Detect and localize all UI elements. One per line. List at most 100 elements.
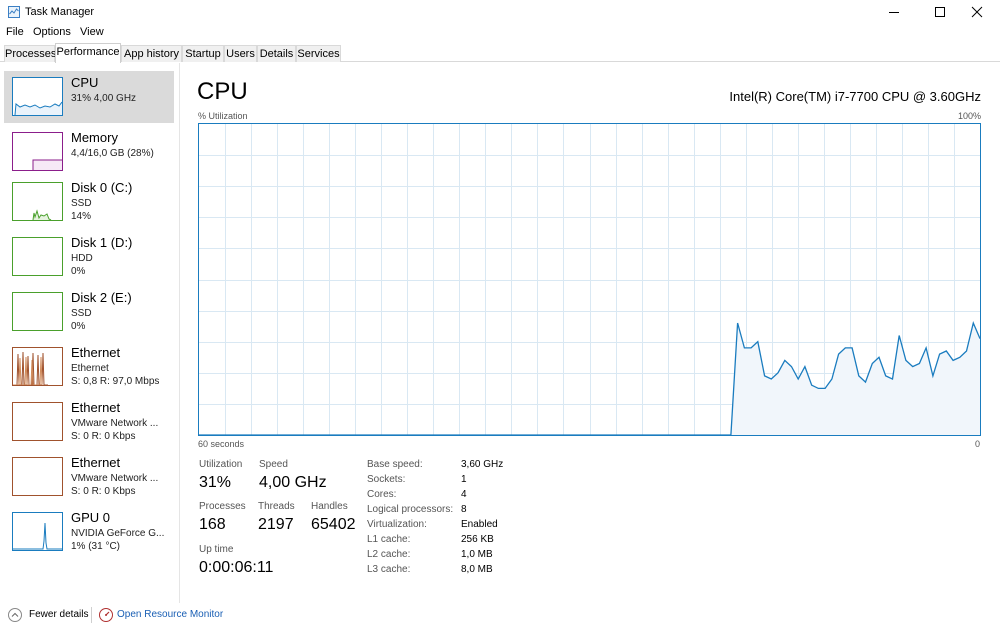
spec-label: Logical processors: <box>367 504 454 515</box>
spec-value: 8,0 MB <box>461 564 493 575</box>
spec-value: Enabled <box>461 519 498 530</box>
task-manager-icon <box>8 6 20 18</box>
sidebar-item-sub2: 0% <box>71 266 86 277</box>
menu-file[interactable]: File <box>6 26 24 38</box>
sidebar-item-title: Ethernet <box>71 345 121 360</box>
sidebar-item-sub: HDD <box>71 253 93 264</box>
footer-divider <box>91 607 92 623</box>
sidebar-item-sub2: S: 0,8 R: 97,0 Mbps <box>71 376 160 387</box>
sidebar-item-title: Disk 2 (E:) <box>71 290 132 305</box>
close-icon <box>971 6 983 18</box>
fewer-details-link[interactable]: Fewer details <box>29 609 88 620</box>
cpu-graph-canvas <box>199 124 980 435</box>
sidebar-item-disk-1[interactable]: Disk 1 (D:) HDD 0% <box>4 231 174 283</box>
cpu-utilization-graph <box>198 123 981 436</box>
spec-label: L2 cache: <box>367 549 411 560</box>
close-button[interactable] <box>954 0 1000 24</box>
handles-label: Handles <box>311 501 348 512</box>
resource-monitor-icon[interactable] <box>99 608 113 622</box>
cpu-model-name: Intel(R) Core(TM) i7-7700 CPU @ 3.60GHz <box>729 89 981 104</box>
maximize-icon <box>935 7 945 17</box>
spec-value: 4 <box>461 489 467 500</box>
utilization-value: 31% <box>199 474 232 491</box>
max-axis-label: 100% <box>958 111 982 121</box>
sidebar-item-cpu[interactable]: CPU 31% 4,00 GHz <box>4 71 174 123</box>
sidebar-item-title: Disk 0 (C:) <box>71 180 133 195</box>
sidebar-item-ethernet-1[interactable]: Ethernet Ethernet S: 0,8 R: 97,0 Mbps <box>4 341 174 393</box>
sidebar-item-sub: 4,4/16,0 GB (28%) <box>71 148 154 159</box>
tab-processes[interactable]: Processes <box>4 45 56 62</box>
sidebar-item-sub: SSD <box>71 308 92 319</box>
sidebar-item-sub: 31% 4,00 GHz <box>71 93 137 104</box>
disk-0-mini-graph <box>32 209 52 220</box>
sidebar-item-sub: VMware Network ... <box>71 473 159 484</box>
sidebar-item-sub2: 0% <box>71 321 86 332</box>
sidebar-item-title: GPU 0 <box>71 510 111 525</box>
disk-2-thumbnail <box>12 292 63 331</box>
zero-axis-label: 0 <box>975 439 981 449</box>
tab-details[interactable]: Details <box>257 45 296 62</box>
tab-startup[interactable]: Startup <box>182 45 224 62</box>
cpu-mini-graph <box>13 101 62 115</box>
ethernet-1-mini-graph <box>13 351 48 385</box>
spec-value: 256 KB <box>461 534 494 545</box>
sidebar-item-sub2: 14% <box>71 211 92 222</box>
spec-label: Virtualization: <box>367 519 427 530</box>
sidebar-item-memory[interactable]: Memory 4,4/16,0 GB (28%) <box>4 126 174 178</box>
tab-users[interactable]: Users <box>224 45 257 62</box>
uptime-value: 0:00:06:11 <box>199 559 274 576</box>
utilization-label: Utilization <box>199 459 243 470</box>
gpu-mini-graph <box>13 522 62 550</box>
sidebar-item-sub: NVIDIA GeForce G... <box>71 528 165 539</box>
sidebar-item-title: Ethernet <box>71 455 121 470</box>
tab-app-history[interactable]: App history <box>121 45 182 62</box>
speed-value: 4,00 GHz <box>259 474 327 491</box>
sidebar-item-sub: Ethernet <box>71 363 109 374</box>
spec-label: L3 cache: <box>367 564 411 575</box>
spec-label: Cores: <box>367 489 397 500</box>
resource-sidebar: CPU 31% 4,00 GHz Memory 4,4/16,0 GB (28%… <box>0 63 180 603</box>
ethernet-2-thumbnail <box>12 402 63 441</box>
menu-view[interactable]: View <box>80 26 104 38</box>
footer-bar: Fewer details Open Resource Monitor <box>0 605 1000 635</box>
speed-label: Speed <box>259 459 288 470</box>
ethernet-3-thumbnail <box>12 457 63 496</box>
spec-value: 3,60 GHz <box>461 459 504 470</box>
fewer-details-icon[interactable] <box>8 608 22 622</box>
memory-mini-graph <box>32 159 62 170</box>
sidebar-item-sub: SSD <box>71 198 92 209</box>
ethernet-1-thumbnail <box>12 347 63 386</box>
sidebar-item-ethernet-3[interactable]: Ethernet VMware Network ... S: 0 R: 0 Kb… <box>4 451 174 503</box>
open-resource-monitor-link[interactable]: Open Resource Monitor <box>117 609 223 620</box>
threads-value: 2197 <box>258 516 294 533</box>
spec-label: Base speed: <box>367 459 423 470</box>
uptime-label: Up time <box>199 544 234 555</box>
disk-1-thumbnail <box>12 237 63 276</box>
tab-performance[interactable]: Performance <box>55 43 121 63</box>
window-title: Task Manager <box>25 6 95 18</box>
sidebar-item-gpu-0[interactable]: GPU 0 NVIDIA GeForce G... 1% (31 °C) <box>4 506 174 558</box>
minimize-button[interactable] <box>871 0 917 24</box>
spec-label: L1 cache: <box>367 534 411 545</box>
tab-services[interactable]: Services <box>296 45 341 62</box>
sidebar-item-ethernet-2[interactable]: Ethernet VMware Network ... S: 0 R: 0 Kb… <box>4 396 174 448</box>
tab-strip: Processes Performance App history Startu… <box>0 43 1000 63</box>
title-bar: Task Manager <box>0 0 1000 24</box>
sidebar-item-title: Ethernet <box>71 400 121 415</box>
spec-value: 8 <box>461 504 467 515</box>
sidebar-item-sub2: 1% (31 °C) <box>71 541 121 552</box>
sidebar-item-disk-0[interactable]: Disk 0 (C:) SSD 14% <box>4 176 174 228</box>
threads-label: Threads <box>258 501 295 512</box>
spec-value: 1,0 MB <box>461 549 493 560</box>
handles-value: 65402 <box>311 516 356 533</box>
processes-label: Processes <box>199 501 246 512</box>
time-axis-label: 60 seconds <box>198 439 245 449</box>
menu-options[interactable]: Options <box>33 26 71 38</box>
sidebar-item-disk-2[interactable]: Disk 2 (E:) SSD 0% <box>4 286 174 338</box>
spec-label: Sockets: <box>367 474 406 485</box>
sidebar-item-sub2: S: 0 R: 0 Kbps <box>71 431 136 442</box>
sidebar-item-title: CPU <box>71 75 99 90</box>
disk-0-thumbnail <box>12 182 63 221</box>
processes-value: 168 <box>199 516 226 533</box>
sidebar-item-sub: VMware Network ... <box>71 418 159 429</box>
